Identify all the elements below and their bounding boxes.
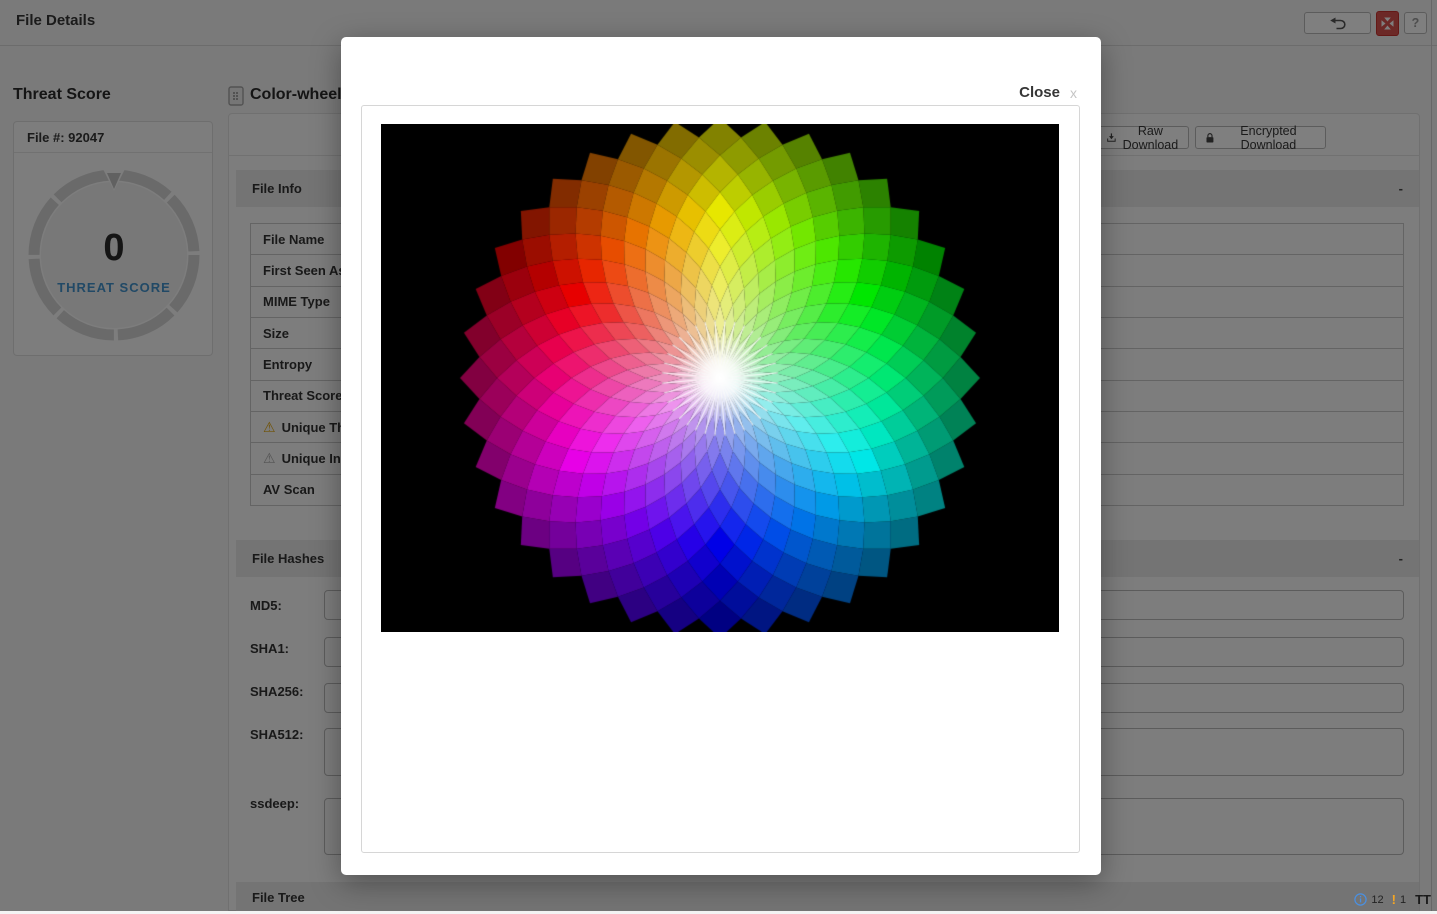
close-icon: x (1070, 85, 1077, 101)
text-tool-icon[interactable]: TT (1415, 892, 1431, 907)
color-wheel-image (381, 124, 1059, 632)
warning-count: 1 (1400, 894, 1406, 906)
debug-statusbar: 12 ! 1 TT (1354, 892, 1431, 907)
image-preview-modal: Close x (341, 37, 1101, 875)
info-icon[interactable] (1354, 893, 1367, 906)
warning-exclamation-icon[interactable]: ! (1392, 892, 1396, 907)
image-preview-frame (361, 105, 1080, 853)
info-count: 12 (1371, 894, 1383, 906)
modal-close-button[interactable]: Close x (1019, 84, 1077, 101)
